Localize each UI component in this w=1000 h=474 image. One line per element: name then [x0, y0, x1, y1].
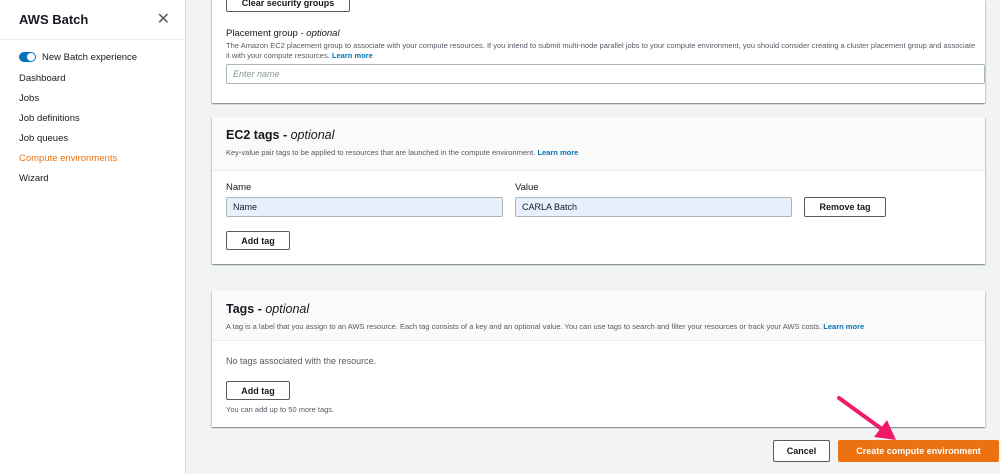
side-navigation: AWS Batch ✕ New Batch experience Dashboa… [0, 0, 186, 474]
ec2-tags-optional: optional [290, 128, 335, 142]
ec2-tags-learn-more-link[interactable]: Learn more [537, 148, 578, 157]
placement-group-label: Placement group - optional [226, 28, 340, 39]
sidebar-title: AWS Batch [19, 12, 89, 27]
tags-learn-more-link[interactable]: Learn more [823, 322, 864, 331]
sidebar-item-wizard[interactable]: Wizard [0, 168, 185, 188]
placement-group-optional: optional [306, 28, 340, 39]
ec2-tag-name-label: Name [226, 182, 252, 193]
ec2-tag-value-label: Value [515, 182, 539, 193]
remove-tag-button[interactable]: Remove tag [804, 197, 886, 217]
cancel-button[interactable]: Cancel [773, 440, 830, 462]
tags-description: A tag is a label that you assign to an A… [226, 322, 971, 332]
ec2-tag-name-input[interactable] [226, 197, 503, 217]
tag-limit-hint: You can add up to 50 more tags. [226, 405, 335, 414]
sidebar-item-compute-environments[interactable]: Compute environments [0, 148, 185, 168]
ec2-add-tag-button[interactable]: Add tag [226, 231, 290, 250]
sidebar-item-dashboard[interactable]: Dashboard [0, 68, 185, 88]
tags-title: Tags - optional [226, 302, 310, 316]
placement-group-input[interactable] [226, 64, 985, 84]
placement-group-description: The Amazon EC2 placement group to associ… [226, 41, 976, 61]
new-experience-toggle-row[interactable]: New Batch experience [19, 50, 185, 64]
close-icon[interactable]: ✕ [157, 11, 170, 28]
tags-header: Tags - optional A tag is a label that yo… [212, 291, 985, 341]
ec2-tags-header: EC2 tags - optional Key-value pair tags … [212, 117, 985, 171]
ec2-tags-title-text: EC2 tags [226, 128, 280, 142]
new-experience-label: New Batch experience [42, 51, 138, 63]
placement-group-label-text: Placement group [226, 28, 298, 39]
add-tag-button[interactable]: Add tag [226, 381, 290, 400]
sidebar-item-jobs[interactable]: Jobs [0, 88, 185, 108]
ec2-tags-title: EC2 tags - optional [226, 128, 335, 142]
placement-group-learn-more-link[interactable]: Learn more [332, 51, 373, 60]
ec2-tag-value-input[interactable] [515, 197, 792, 217]
ec2-tags-description: Key-value pair tags to be applied to res… [226, 148, 971, 158]
sidebar-item-job-queues[interactable]: Job queues [0, 128, 185, 148]
sidebar-item-job-definitions[interactable]: Job definitions [0, 108, 185, 128]
create-compute-environment-button[interactable]: Create compute environment [838, 440, 999, 462]
main-content: Clear security groups Placement group - … [186, 0, 1000, 474]
ec2-tags-desc-text: Key-value pair tags to be applied to res… [226, 148, 536, 157]
new-experience-toggle[interactable] [19, 52, 36, 62]
no-tags-message: No tags associated with the resource. [226, 356, 377, 366]
tags-card: Tags - optional A tag is a label that yo… [212, 291, 985, 427]
tags-optional: optional [265, 302, 310, 316]
clear-security-groups-button[interactable]: Clear security groups [226, 0, 350, 12]
ec2-tags-card: EC2 tags - optional Key-value pair tags … [212, 117, 985, 264]
networking-card: Clear security groups Placement group - … [212, 0, 985, 103]
tags-desc-text: A tag is a label that you assign to an A… [226, 322, 822, 331]
tags-title-text: Tags [226, 302, 255, 316]
sidebar-header: AWS Batch ✕ [0, 0, 185, 40]
